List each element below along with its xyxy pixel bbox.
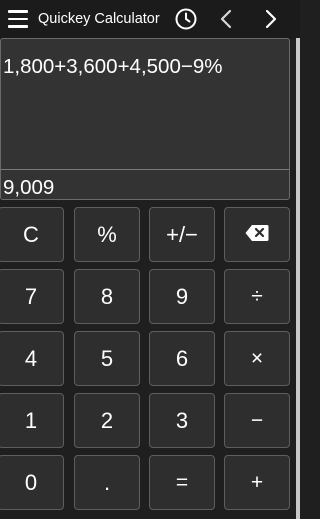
backspace-icon [245,222,269,248]
digit-1-button[interactable]: 1 [0,393,64,448]
display-divider [1,169,289,170]
equals-label: = [175,471,189,494]
plus-minus-button[interactable]: +/− [149,207,215,262]
digit-9-label: 9 [175,283,189,309]
percent-button[interactable]: % [74,207,140,262]
toolbar: Quickey Calculator [0,0,300,38]
digit-1-label: 1 [24,407,38,433]
decimal-label: . [103,469,111,495]
digit-2-label: 2 [100,407,114,433]
percent-label: % [97,221,117,247]
clear-button[interactable]: C [0,207,64,262]
expression-text[interactable]: 1,800+3,600+4,500−9% [3,55,222,79]
add-label: + [250,471,264,494]
digit-5-button[interactable]: 5 [74,331,140,386]
digit-2-button[interactable]: 2 [74,393,140,448]
digit-6-label: 6 [175,345,189,371]
app-title: Quickey Calculator [38,11,160,27]
digit-3-label: 3 [175,407,189,433]
multiply-button[interactable]: × [224,331,290,386]
history-icon[interactable] [172,0,200,38]
plus-minus-label: +/− [166,221,198,247]
divide-label: ÷ [251,285,263,308]
menu-icon[interactable] [5,0,31,38]
backspace-button[interactable] [224,207,290,262]
digit-4-label: 4 [24,345,38,371]
background-edge [296,36,300,519]
subtract-button[interactable]: − [224,393,290,448]
clear-label: C [23,221,39,247]
calculator-display: 1,800+3,600+4,500−9% 9,009 [0,38,290,200]
digit-4-button[interactable]: 4 [0,331,64,386]
digit-8-button[interactable]: 8 [74,269,140,324]
back-icon[interactable] [212,0,240,38]
decimal-button[interactable]: . [74,455,140,510]
subtract-label: − [250,409,264,432]
keypad: C % +/− 7 8 9 ÷ 4 5 6 × 1 2 3 − 0 . = + [0,207,296,519]
calculator-app: Quickey Calculator 1,800+3,600+4,500−9% … [0,0,300,519]
add-button[interactable]: + [224,455,290,510]
digit-5-label: 5 [100,345,114,371]
digit-0-button[interactable]: 0 [0,455,64,510]
digit-6-button[interactable]: 6 [149,331,215,386]
multiply-label: × [250,347,264,370]
digit-9-button[interactable]: 9 [149,269,215,324]
divide-button[interactable]: ÷ [224,269,290,324]
digit-3-button[interactable]: 3 [149,393,215,448]
digit-7-button[interactable]: 7 [0,269,64,324]
equals-button[interactable]: = [149,455,215,510]
digit-7-label: 7 [24,283,38,309]
forward-icon[interactable] [257,0,285,38]
digit-8-label: 8 [100,283,114,309]
result-text: 9,009 [3,176,55,199]
digit-0-label: 0 [24,469,38,495]
